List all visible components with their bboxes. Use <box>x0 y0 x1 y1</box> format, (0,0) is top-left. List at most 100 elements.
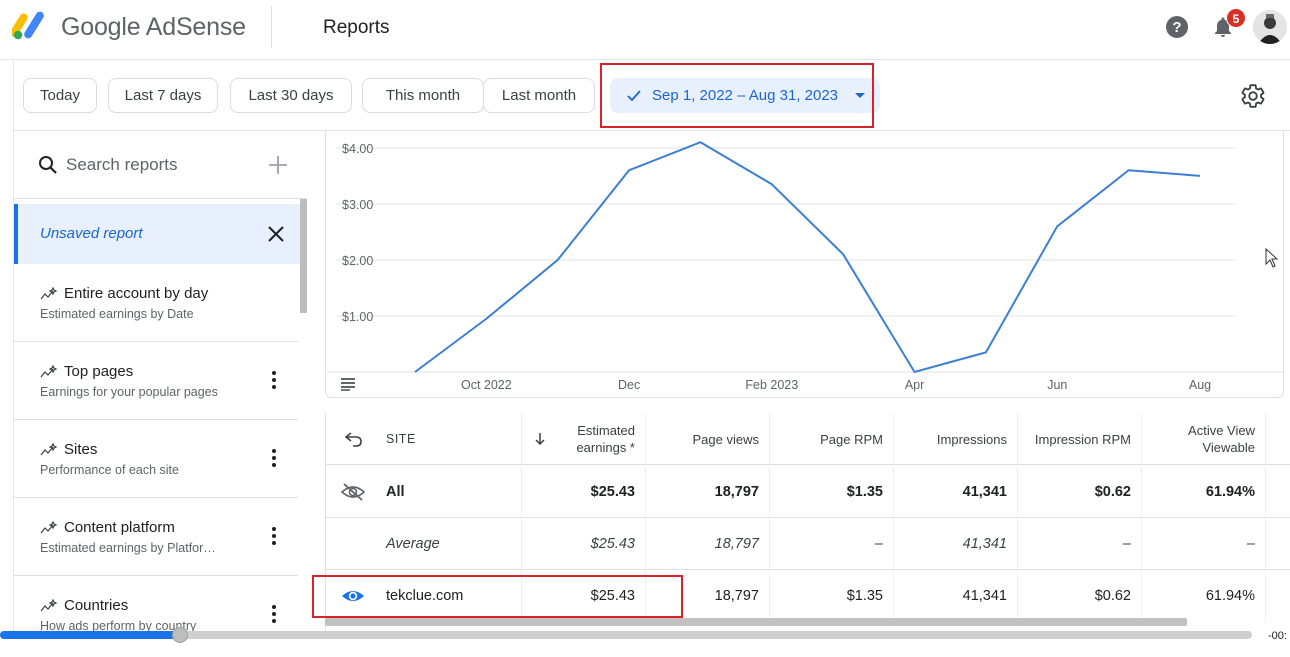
more-vert-icon[interactable] <box>264 602 284 626</box>
undo-icon[interactable] <box>344 431 364 447</box>
highlight-box-date-range <box>600 63 874 128</box>
report-item-sites[interactable]: Sites Performance of each site <box>14 420 298 498</box>
chip-last-month[interactable]: Last month <box>483 78 595 113</box>
site-cell: Average <box>326 518 522 570</box>
mouse-cursor-icon <box>1265 248 1279 268</box>
close-icon[interactable] <box>264 222 288 246</box>
earnings-cell: $25.43 <box>522 466 646 518</box>
column-header-active-view[interactable]: Active View Viewable <box>1142 413 1266 465</box>
column-header-impression-rpm[interactable]: Impression RPM <box>1018 413 1142 465</box>
report-subtitle: Earnings for your popular pages <box>40 385 218 399</box>
column-header-page-views[interactable]: Page views <box>646 413 770 465</box>
header-active-view-line2: Viewable <box>1202 440 1255 455</box>
report-title: Sites <box>64 441 98 458</box>
report-subtitle: Performance of each site <box>40 463 179 477</box>
header-earnings-line2: earnings * <box>576 440 635 455</box>
add-report-icon[interactable] <box>266 153 290 177</box>
report-item-countries[interactable]: Countries How ads perform by country <box>14 576 298 631</box>
page-rpm-cell: – <box>770 518 894 570</box>
sparkle-icon <box>40 364 58 377</box>
settings-gear-icon[interactable] <box>1240 83 1266 109</box>
highlight-box-site-row <box>312 575 683 618</box>
chart-legend-menu-icon[interactable] <box>340 377 356 391</box>
column-header-page-rpm[interactable]: Page RPM <box>770 413 894 465</box>
chip-last-7-days[interactable]: Last 7 days <box>108 78 218 113</box>
report-title: Top pages <box>64 363 134 380</box>
help-icon[interactable]: ? <box>1165 15 1189 39</box>
header-earnings-line1: Estimated <box>577 423 635 438</box>
impression-rpm-cell: – <box>1018 518 1142 570</box>
x-tick-label: Apr <box>905 378 924 392</box>
y-tick-label: $4.00 <box>342 142 373 156</box>
brand-name: Google AdSense <box>61 13 246 41</box>
y-tick-label: $2.00 <box>342 254 373 268</box>
video-progress-fill <box>0 631 180 639</box>
user-avatar[interactable] <box>1253 10 1287 44</box>
report-item-top-pages[interactable]: Top pages Earnings for your popular page… <box>14 342 298 420</box>
page-views-cell: 18,797 <box>646 518 770 570</box>
page-views-cell: 18,797 <box>646 466 770 518</box>
page-rpm-cell: $1.35 <box>770 570 894 622</box>
x-tick-label: Jun <box>1047 378 1067 392</box>
x-tick-label: Dec <box>618 378 640 392</box>
page-title: Reports <box>323 17 390 38</box>
reports-sidebar: Unsaved report Entire account by day Est… <box>13 131 307 631</box>
more-vert-icon[interactable] <box>264 368 284 392</box>
x-tick-label: Feb 2023 <box>745 378 798 392</box>
svg-text:?: ? <box>1172 19 1181 36</box>
sparkle-icon <box>40 442 58 455</box>
search-row <box>14 131 307 199</box>
report-title: Content platform <box>64 519 175 536</box>
chip-this-month[interactable]: This month <box>362 78 484 113</box>
search-icon <box>39 156 57 174</box>
report-item-entire-account[interactable]: Entire account by day Estimated earnings… <box>14 264 298 342</box>
impression-rpm-cell: $0.62 <box>1018 466 1142 518</box>
chip-last-30-days[interactable]: Last 30 days <box>230 78 352 113</box>
column-header-impressions[interactable]: Impressions <box>894 413 1018 465</box>
report-title: Countries <box>64 597 129 614</box>
earnings-chart-area: $1.00 $2.00 $3.00 $4.00 Oct 2022 Dec Feb 2023… <box>307 131 1290 411</box>
chip-today[interactable]: Today <box>23 78 97 113</box>
unsaved-report-item[interactable]: Unsaved report <box>14 204 300 264</box>
report-item-content-platform[interactable]: Content platform Estimated earnings by P… <box>14 498 298 576</box>
y-tick-label: $1.00 <box>342 310 373 324</box>
sparkle-icon <box>40 286 58 299</box>
table-row[interactable]: All $25.43 18,797 $1.35 41,341 $0.62 61.… <box>326 466 1290 518</box>
impression-rpm-cell: $0.62 <box>1018 570 1142 622</box>
sort-desc-arrow-icon <box>535 433 545 446</box>
earnings-line-chart: $1.00 $2.00 $3.00 $4.00 Oct 2022 Dec Feb 2023… <box>327 141 1283 392</box>
header-active-view-line1: Active View <box>1188 423 1255 438</box>
table-header-row: SITE Estimated earnings * Page views Page… <box>326 413 1290 465</box>
earnings-cell: $25.43 <box>522 518 646 570</box>
report-title: Entire account by day <box>64 285 209 302</box>
table-horizontal-scrollbar[interactable] <box>325 618 1187 626</box>
notification-badge: 5 <box>1226 8 1246 28</box>
more-vert-icon[interactable] <box>264 524 284 548</box>
x-tick-label: Oct 2022 <box>461 378 512 392</box>
more-vert-icon[interactable] <box>264 446 284 470</box>
active-view-cell: 61.94% <box>1142 466 1266 518</box>
report-subtitle: Estimated earnings by Date <box>40 307 194 321</box>
sparkle-icon <box>40 520 58 533</box>
site-name: All <box>386 484 405 500</box>
sparkle-icon <box>40 598 58 611</box>
column-header-site[interactable]: SITE <box>386 431 416 448</box>
search-reports-input[interactable] <box>66 153 256 177</box>
column-header-earnings[interactable]: Estimated earnings * <box>522 413 646 465</box>
active-view-cell: 61.94% <box>1142 570 1266 622</box>
header-divider <box>271 6 272 48</box>
x-tick-label: Aug <box>1189 378 1211 392</box>
impressions-cell: 41,341 <box>894 570 1018 622</box>
adsense-logo-icon[interactable] <box>12 10 50 42</box>
report-subtitle: Estimated earnings by Platfor… <box>40 541 216 555</box>
header-site-cell: SITE <box>326 413 522 465</box>
visibility-off-icon[interactable] <box>340 482 366 502</box>
video-scrub-handle[interactable] <box>172 627 188 643</box>
sidebar-scrollbar[interactable] <box>300 199 307 313</box>
earnings-series-line[interactable] <box>414 141 1201 374</box>
active-view-cell: – <box>1142 518 1266 570</box>
unsaved-report-label: Unsaved report <box>40 225 143 242</box>
video-time-remaining: -00: <box>1268 630 1287 642</box>
site-cell: All <box>326 466 522 518</box>
table-row: Average $25.43 18,797 – 41,341 – – <box>326 518 1290 570</box>
